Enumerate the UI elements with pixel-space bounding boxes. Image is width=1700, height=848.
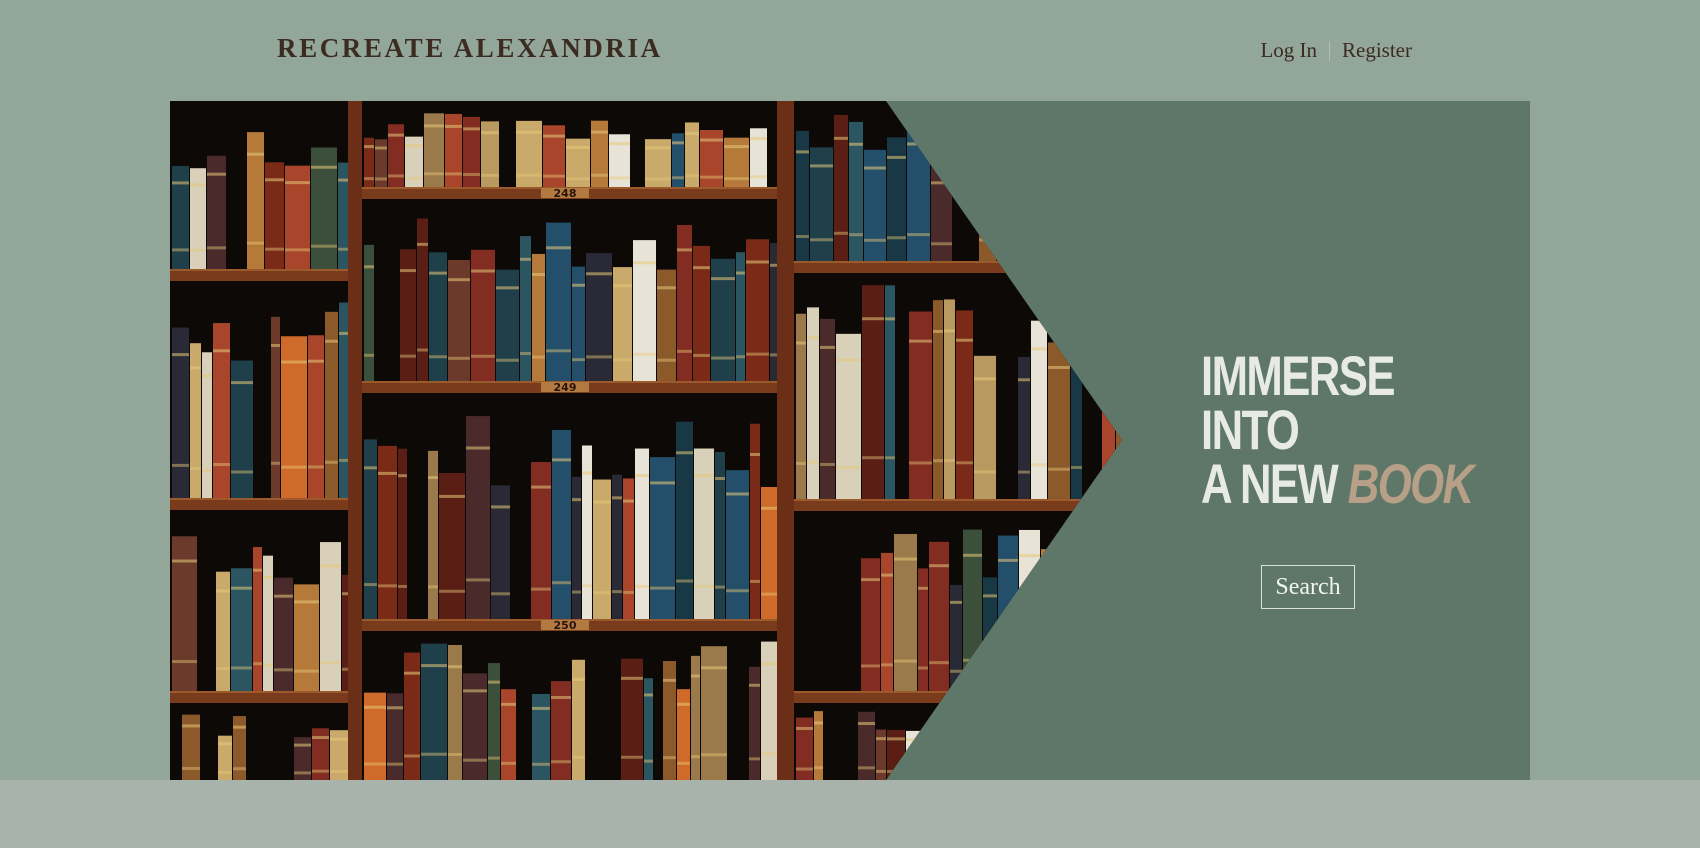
book-spine bbox=[182, 714, 200, 780]
book-spine bbox=[1031, 320, 1047, 499]
site-logo[interactable]: RECREATE ALEXANDRIA bbox=[277, 33, 663, 64]
shelf-number: 249 bbox=[554, 381, 577, 394]
book-spine bbox=[1077, 734, 1095, 780]
book-spine bbox=[1041, 549, 1064, 691]
book-spine bbox=[445, 113, 462, 187]
book-spine bbox=[885, 285, 895, 499]
book-spine bbox=[213, 323, 230, 498]
footer-band bbox=[0, 780, 1700, 848]
book-spine bbox=[1062, 150, 1072, 261]
hero-banner: 248 249 250 IMMERSE INTO A NEW BOOK Search bbox=[170, 101, 1530, 780]
book-spine bbox=[546, 222, 571, 381]
tagline-accent-word: BOOK bbox=[1347, 452, 1474, 515]
book-spine bbox=[448, 260, 470, 381]
book-spine bbox=[977, 724, 993, 780]
book-spine bbox=[810, 147, 833, 261]
book-spine bbox=[463, 116, 480, 187]
book-spine bbox=[1071, 333, 1082, 499]
book-spine bbox=[979, 147, 996, 261]
nav-divider bbox=[1329, 40, 1331, 61]
book-spine bbox=[481, 121, 499, 187]
book-spine bbox=[711, 258, 735, 381]
auth-nav: Log In Register bbox=[1260, 38, 1412, 63]
book-spine bbox=[586, 253, 612, 381]
book-spine bbox=[1101, 545, 1122, 691]
book-spine bbox=[820, 318, 835, 499]
book-spine bbox=[864, 149, 886, 261]
book-spine bbox=[1090, 525, 1100, 691]
book-spine bbox=[1084, 133, 1100, 261]
book-spine bbox=[1125, 554, 1130, 691]
shelf-number: 250 bbox=[554, 619, 577, 632]
book-spine bbox=[1110, 711, 1122, 780]
book-spine bbox=[311, 147, 337, 269]
book-spine bbox=[172, 327, 189, 498]
book-spine bbox=[339, 302, 348, 498]
book-spine bbox=[994, 724, 1007, 780]
site-header: RECREATE ALEXANDRIA Log In Register bbox=[0, 0, 1700, 101]
book-spine bbox=[1116, 348, 1122, 499]
shelf-upright bbox=[777, 101, 794, 780]
book-spine bbox=[424, 113, 444, 187]
book-spine bbox=[918, 568, 928, 691]
register-link[interactable]: Register bbox=[1342, 38, 1412, 63]
book-spine bbox=[909, 311, 932, 499]
book-spine bbox=[950, 584, 962, 691]
book-spine bbox=[861, 558, 880, 691]
tagline-line-1: IMMERSE bbox=[1201, 344, 1396, 407]
book-spine bbox=[1101, 155, 1122, 261]
login-link[interactable]: Log In bbox=[1260, 38, 1317, 63]
hero-tagline: IMMERSE INTO A NEW BOOK bbox=[1201, 344, 1474, 512]
book-spine bbox=[591, 120, 608, 187]
search-button[interactable]: Search bbox=[1261, 565, 1355, 609]
page: RECREATE ALEXANDRIA Log In Register 248 2… bbox=[0, 0, 1700, 848]
book-spine bbox=[325, 311, 338, 498]
book-spine bbox=[881, 552, 893, 691]
book-spine bbox=[253, 547, 262, 691]
book-spine bbox=[1102, 337, 1115, 499]
book-spine bbox=[967, 730, 976, 780]
book-spine bbox=[172, 536, 197, 691]
book-spine bbox=[997, 155, 1012, 261]
tagline-line-3: A NEW BOOK bbox=[1201, 456, 1474, 512]
book-spine bbox=[1040, 165, 1061, 261]
book-spine bbox=[1019, 529, 1040, 691]
tagline-line-3-prefix: A NEW bbox=[1201, 452, 1339, 515]
book-spine bbox=[207, 155, 226, 269]
book-spine bbox=[265, 162, 284, 269]
book-spine bbox=[929, 731, 950, 780]
book-spine bbox=[428, 450, 438, 619]
shelf-number: 248 bbox=[554, 187, 577, 200]
book-spine bbox=[1096, 732, 1109, 780]
shelf-upright bbox=[348, 101, 362, 780]
book-spine bbox=[849, 121, 863, 261]
book-spine bbox=[1065, 540, 1089, 691]
book-spine bbox=[1033, 735, 1054, 780]
book-spine bbox=[263, 555, 273, 691]
book-spine bbox=[933, 300, 943, 499]
book-spine bbox=[951, 720, 966, 780]
book-spine bbox=[983, 577, 997, 691]
book-spine bbox=[1013, 153, 1024, 261]
tagline-line-2: INTO bbox=[1201, 398, 1300, 461]
book-spine bbox=[1073, 121, 1083, 261]
book-spine bbox=[998, 535, 1018, 691]
book-spine bbox=[1055, 712, 1076, 780]
